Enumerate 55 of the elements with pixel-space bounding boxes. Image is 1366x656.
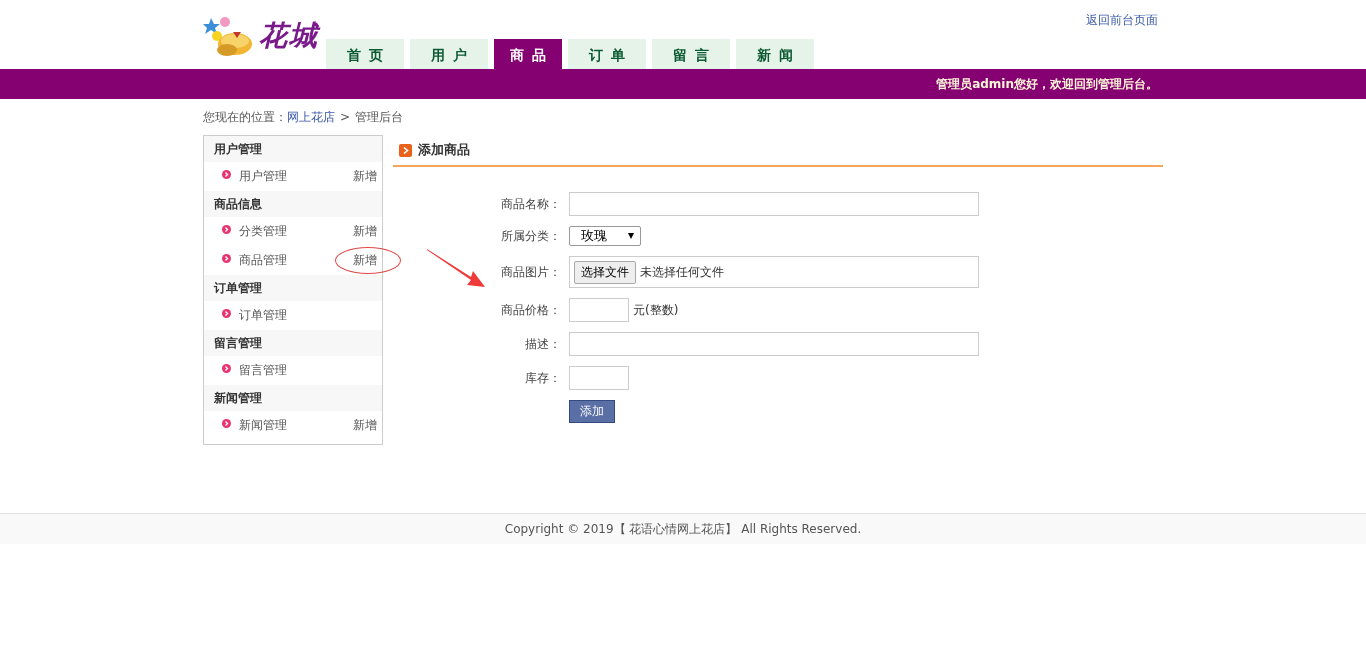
input-field[interactable] [569, 192, 979, 216]
category-dropdown[interactable]: 玫瑰 [569, 226, 641, 246]
breadcrumb-link[interactable]: 网上花店 [287, 108, 335, 126]
field-label: 商品图片： [500, 263, 561, 281]
add-button[interactable]: 添加 [569, 400, 615, 423]
sidebar-section-title: 用户管理 [204, 136, 382, 162]
add-link[interactable]: 新增 [353, 417, 377, 434]
field-label: 描述： [524, 335, 561, 353]
nav-tab[interactable]: 留言 [652, 39, 730, 69]
gift-drawing [203, 14, 255, 58]
chevron-icon [222, 419, 231, 428]
sidebar-link[interactable]: 用户管理 [239, 168, 353, 185]
chevron-icon [399, 143, 412, 157]
chevron-icon [222, 225, 231, 234]
choose-file-button[interactable]: 选择文件 [574, 260, 636, 284]
sidebar-link[interactable]: 留言管理 [239, 362, 377, 379]
add-link[interactable]: 新增 [353, 168, 377, 185]
sidebar-section-title: 留言管理 [204, 330, 382, 356]
copyright-text: Copyright © 2019【 花语心情网上花店】 All Rights Reserved. [504, 520, 862, 538]
nav-tab[interactable]: 首页 [326, 39, 404, 69]
add-link[interactable]: 新增 [353, 252, 377, 269]
welcome-text: 管理员admin您好，欢迎回到管理后台。 [936, 75, 1158, 93]
caret-icon [628, 233, 634, 239]
breadcrumb-label: 您现在的位置： [203, 108, 287, 126]
field-label: 所属分类： [500, 227, 561, 245]
sidebar-link[interactable]: 订单管理 [239, 307, 377, 324]
sidebar-link[interactable]: 分类管理 [239, 223, 353, 240]
input-field[interactable] [569, 332, 979, 356]
form-title: 添加商品 [418, 141, 470, 159]
nav-tab[interactable]: 商品 [494, 39, 562, 69]
sidebar-link[interactable]: 商品管理 [239, 252, 353, 269]
sidebar-section-title: 新闻管理 [204, 385, 382, 411]
breadcrumb-current: 管理后台 [355, 108, 404, 126]
chevron-icon [222, 170, 231, 179]
file-status-text: 未选择任何文件 [640, 263, 724, 281]
nav-tab[interactable]: 订单 [568, 39, 646, 69]
logo-text: 花城 [259, 18, 319, 54]
sidebar-link[interactable]: 新闻管理 [239, 417, 353, 434]
nav-tab[interactable]: 新闻 [736, 39, 814, 69]
input-field[interactable] [569, 298, 629, 322]
chevron-icon [222, 309, 231, 318]
field-label: 库存： [524, 369, 561, 387]
arrow-drawing [427, 249, 485, 287]
chevron-icon [222, 364, 231, 373]
sidebar-section-title: 订单管理 [204, 275, 382, 301]
back-to-front-link[interactable]: 返回前台页面 [1086, 12, 1158, 29]
breadcrumb-separator: > [340, 110, 351, 124]
unit-text: 元(整数) [633, 301, 679, 319]
field-label: 商品名称： [500, 195, 561, 213]
input-field[interactable] [569, 366, 629, 390]
sidebar-section-title: 商品信息 [204, 191, 382, 217]
nav-tab[interactable]: 用户 [410, 39, 488, 69]
field-label: 商品价格： [500, 301, 561, 319]
add-link[interactable]: 新增 [353, 223, 377, 240]
chevron-icon [222, 254, 231, 263]
